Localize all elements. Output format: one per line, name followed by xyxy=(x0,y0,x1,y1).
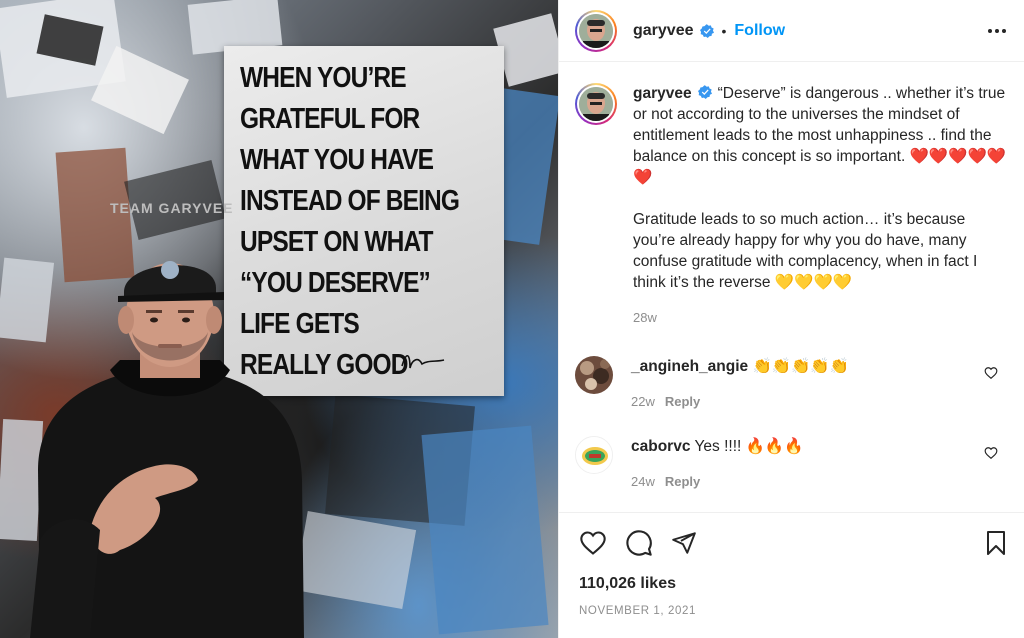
reply-button[interactable]: Reply xyxy=(665,394,700,409)
comment-button[interactable] xyxy=(625,529,653,557)
caption-age: 28w xyxy=(633,310,657,325)
heart-icon xyxy=(580,531,606,555)
post-header: garyvee • Follow xyxy=(559,0,1024,62)
comment-item: _angineh_angie 👏👏👏👏👏 22w Reply xyxy=(575,356,1008,412)
comment-icon xyxy=(626,530,652,556)
comment-item: caborvc Yes !!!! 🔥🔥🔥 24w Reply xyxy=(575,436,1008,492)
avatar[interactable] xyxy=(575,356,613,394)
comment-age: 22w xyxy=(631,394,655,409)
share-icon xyxy=(672,532,696,554)
shirt-text: TEAM GARYVEE xyxy=(110,200,234,216)
comment-text: Yes !!!! 🔥🔥🔥 xyxy=(694,438,804,455)
person-figure xyxy=(30,261,304,638)
save-button[interactable] xyxy=(984,530,1008,556)
caption-body-text: “Deserve” is dangerous .. whether it’s t… xyxy=(633,85,1007,291)
poster-line: GRATEFUL FOR xyxy=(240,103,420,135)
post-sidebar: garyvee • Follow garyvee “Deserve” is dan… xyxy=(558,0,1024,638)
poster-line: WHAT YOU HAVE xyxy=(240,144,434,176)
caption-meta: 28w xyxy=(633,307,1008,328)
reply-button[interactable]: Reply xyxy=(665,474,700,489)
separator-dot: • xyxy=(721,22,727,39)
paper-scrap xyxy=(421,425,549,635)
avatar-image xyxy=(579,13,613,48)
more-icon[interactable] xyxy=(986,20,1008,42)
like-button[interactable] xyxy=(579,529,607,557)
verified-icon xyxy=(699,23,714,38)
likes-count[interactable]: 110,026 likes xyxy=(579,575,1008,593)
post-date[interactable]: NOVEMBER 1, 2021 xyxy=(579,605,1008,617)
poster-line: WHEN YOU’RE xyxy=(240,62,407,94)
comment-username[interactable]: _angineh_angie xyxy=(631,358,748,375)
post-actions: 110,026 likes NOVEMBER 1, 2021 xyxy=(559,512,1024,617)
share-button[interactable] xyxy=(671,530,697,556)
caption-username[interactable]: garyvee xyxy=(633,85,692,102)
comment-username[interactable]: caborvc xyxy=(631,438,690,455)
comment-meta: 24w Reply xyxy=(631,471,804,492)
avatar[interactable] xyxy=(575,83,617,125)
caption-text: garyvee “Deserve” is dangerous .. whether… xyxy=(633,83,1008,293)
caption: garyvee “Deserve” is dangerous .. whether… xyxy=(575,83,1008,328)
avatar[interactable] xyxy=(575,9,617,52)
poster-line: INSTEAD OF BEING xyxy=(240,185,460,217)
comment-age: 24w xyxy=(631,474,655,489)
signature-icon xyxy=(401,354,445,369)
post-image[interactable]: WHEN YOU’RE GRATEFUL FOR WHAT YOU HAVE I… xyxy=(0,0,558,638)
avatar-image xyxy=(579,87,613,121)
like-comment-icon[interactable] xyxy=(984,446,998,460)
verified-icon xyxy=(697,85,712,99)
bookmark-icon xyxy=(987,531,1005,555)
comments-section[interactable]: garyvee “Deserve” is dangerous .. whether… xyxy=(559,63,1024,511)
comment-text: 👏👏👏👏👏 xyxy=(752,358,849,375)
avatar[interactable] xyxy=(575,436,613,474)
follow-button[interactable]: Follow xyxy=(734,22,785,40)
like-comment-icon[interactable] xyxy=(984,366,998,380)
comment-meta: 22w Reply xyxy=(631,391,849,412)
author-username[interactable]: garyvee xyxy=(633,22,694,40)
